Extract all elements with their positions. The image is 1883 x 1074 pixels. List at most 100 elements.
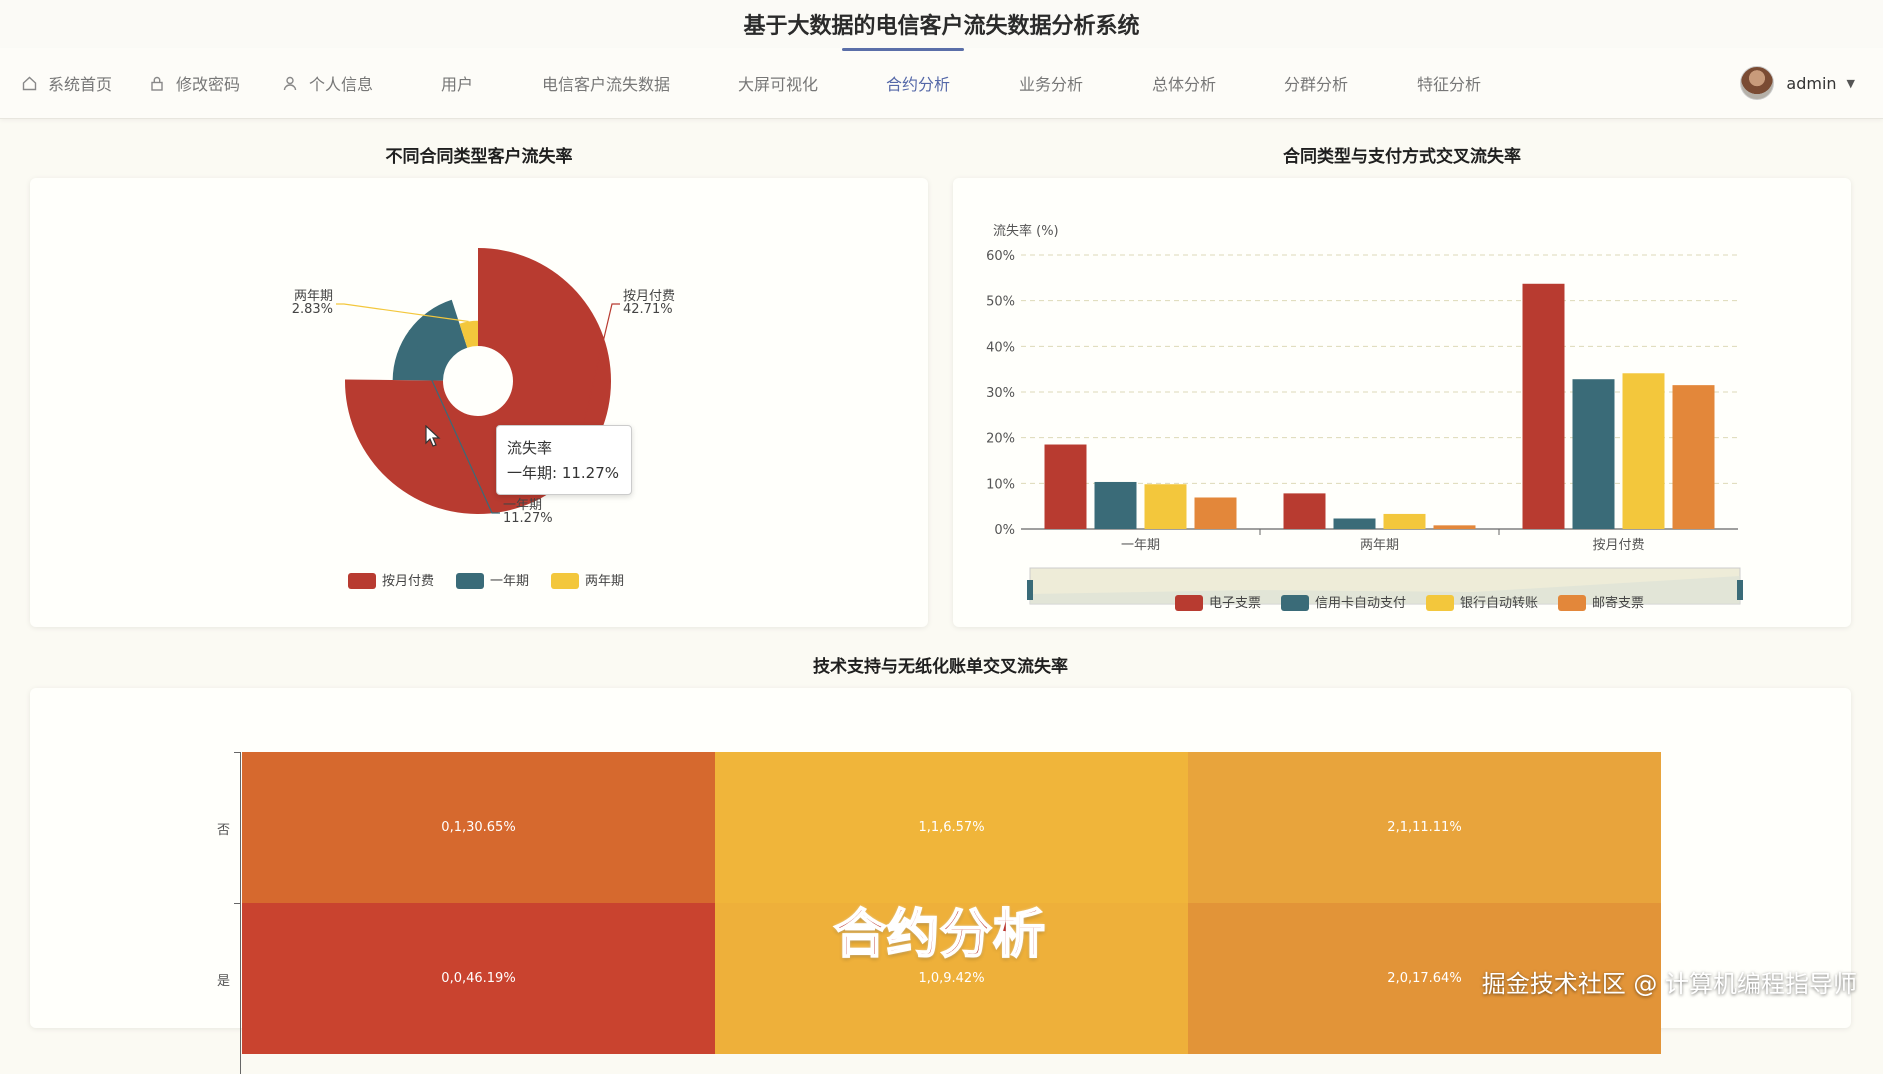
grid-icon	[993, 76, 1007, 90]
data-zoom-handle-left	[1027, 580, 1033, 600]
nav-item-feature-analysis[interactable]: 特征分析	[1391, 48, 1481, 118]
bar	[1622, 373, 1665, 529]
caret-down-icon[interactable]: ▼	[1847, 77, 1855, 90]
user-name: admin	[1786, 73, 1837, 93]
y-tick-label: 0%	[994, 523, 1015, 538]
legend-swatch	[1426, 595, 1454, 611]
grid-icon	[1258, 76, 1272, 90]
watermark: 掘金技术社区 @ 计算机编程指导师	[1481, 970, 1857, 998]
pie-label-value: 2.83%	[292, 302, 333, 317]
bar-chart[interactable]: 流失率 (%) 0% 10% 20% 30% 40% 50% 60% 一年期 两年期 按月付费电子支…	[953, 178, 1851, 627]
nav-item-big-screen[interactable]: 大屏可视化	[712, 48, 818, 118]
grid-icon	[516, 76, 530, 90]
x-tick-label: 一年期	[1121, 538, 1160, 553]
heatmap-y-label: 是	[216, 973, 230, 989]
mouse-cursor-icon	[425, 425, 441, 447]
nav-item-label: 个人信息	[309, 75, 374, 94]
heatmap-y-axis	[240, 752, 241, 1074]
nav-item-label: 业务分析	[1019, 75, 1084, 94]
grid-icon	[712, 76, 726, 90]
bar	[1194, 497, 1237, 529]
bar	[1672, 385, 1715, 529]
legend-label: 邮寄支票	[1592, 595, 1644, 611]
nav-item-label: 用户	[441, 75, 474, 94]
nav-item-label: 总体分析	[1152, 75, 1217, 94]
legend-swatch	[1281, 595, 1309, 611]
legend-label: 银行自动转账	[1460, 596, 1538, 611]
y-axis-label: 流失率 (%)	[993, 223, 1059, 239]
nav-item-label: 大屏可视化	[738, 75, 819, 94]
pie-label-value: 42.71%	[623, 302, 673, 317]
nav-item-label: 修改密码	[176, 75, 241, 94]
grid-icon	[1126, 76, 1140, 90]
x-tick-label: 两年期	[1360, 538, 1399, 553]
y-tick-label: 60%	[986, 249, 1015, 264]
bar-chart-panel: 流失率 (%) 0% 10% 20% 30% 40% 50% 60% 一年期 两年期 按月付费 电子支…	[953, 178, 1851, 627]
tooltip-title: 流失率	[507, 439, 553, 457]
nav-item-label: 电信客户流失数据	[542, 75, 671, 94]
heatmap-cell[interactable]: 0,1,30.65%	[242, 752, 715, 903]
heatmap-section-title: 技术支持与无纸化账单交叉流失率	[813, 657, 1068, 677]
app-title: 基于大数据的电信客户流失数据分析系统	[0, 0, 1883, 49]
y-tick-label: 20%	[986, 432, 1015, 447]
nav-item-contract-analysis[interactable]: 合约分析	[841, 48, 965, 118]
top-navbar: 系统首页 修改密码 个人信息 用户 电信客户流失数据 大屏可视化 合约分析 业务…	[0, 48, 1883, 119]
avatar[interactable]	[1740, 66, 1775, 100]
legend-label: 信用卡自动支付	[1315, 596, 1406, 611]
nav-item-home[interactable]: 系统首页	[22, 48, 112, 118]
bar	[1433, 525, 1476, 529]
bar-section-title: 合同类型与支付方式交叉流失率	[1283, 147, 1521, 167]
heatmap-y-tick	[234, 903, 240, 904]
legend-swatch	[1175, 595, 1203, 611]
nav-item-label: 特征分析	[1417, 75, 1482, 94]
bar	[1333, 518, 1376, 529]
person-icon	[283, 76, 297, 91]
legend-swatch	[456, 573, 484, 589]
nav-item-label: 合约分析	[886, 75, 951, 94]
nav-item-users[interactable]: 用户	[415, 48, 473, 118]
legend-label: 按月付费	[382, 574, 434, 589]
user-menu[interactable]: admin ▼	[1740, 48, 1855, 118]
pie-chart-panel: 按月付费 42.71% 一年期 11.27% 两年期 2.83% 按月付费 一年期 两年期	[30, 178, 928, 627]
pie-label-value: 11.27%	[503, 511, 553, 526]
heatmap-cell[interactable]: 0,0,46.19%	[242, 903, 715, 1054]
x-tick-label: 按月付费	[1592, 538, 1644, 553]
chart-tooltip: 流失率 一年期: 11.27%	[496, 425, 632, 495]
bar	[1094, 481, 1137, 529]
legend-swatch	[551, 573, 579, 589]
pie-chart[interactable]: 按月付费42.71%一年期11.27%两年期2.83%按月付费 一年期 两年期	[30, 178, 928, 627]
grid-icon	[415, 76, 429, 90]
legend-swatch	[348, 573, 376, 589]
y-tick-label: 10%	[986, 477, 1015, 492]
nav-item-business-analysis[interactable]: 业务分析	[993, 48, 1083, 118]
nav-item-overall-analysis[interactable]: 总体分析	[1126, 48, 1216, 118]
nav-item-churn-data[interactable]: 电信客户流失数据	[516, 48, 670, 118]
nav-item-change-password[interactable]: 修改密码	[150, 48, 240, 118]
bar	[1144, 484, 1187, 529]
heatmap-y-tick	[234, 752, 240, 753]
pie-section-title: 不同合同类型客户流失率	[385, 147, 573, 167]
bar	[1383, 513, 1426, 529]
lock-icon	[150, 76, 164, 91]
heatmap-cell[interactable]: 2,1,11.11%	[1188, 752, 1661, 903]
bar	[1044, 444, 1087, 529]
legend-label: 两年期	[585, 574, 624, 589]
grid-icon	[1391, 76, 1405, 90]
tooltip-value: 一年期: 11.27%	[507, 464, 620, 482]
legend-label: 电子支票	[1209, 596, 1261, 611]
grid-icon	[860, 76, 874, 90]
nav-item-label: 系统首页	[48, 75, 113, 94]
bar	[1572, 379, 1615, 529]
nav-item-profile[interactable]: 个人信息	[283, 48, 373, 118]
legend-label: 一年期	[490, 574, 529, 589]
nav-item-cluster-analysis[interactable]: 分群分析	[1258, 48, 1348, 118]
data-zoom-handle-right	[1737, 580, 1743, 600]
bar	[1283, 493, 1326, 529]
legend-swatch	[1558, 595, 1586, 611]
heatmap-cell[interactable]: 1,1,6.57%	[715, 752, 1188, 903]
y-tick-label: 30%	[986, 386, 1015, 401]
nav-item-label: 分群分析	[1284, 75, 1349, 94]
bar	[1522, 283, 1565, 529]
heatmap-y-label: 否	[216, 822, 230, 838]
video-caption: 合约分析	[833, 904, 1047, 966]
